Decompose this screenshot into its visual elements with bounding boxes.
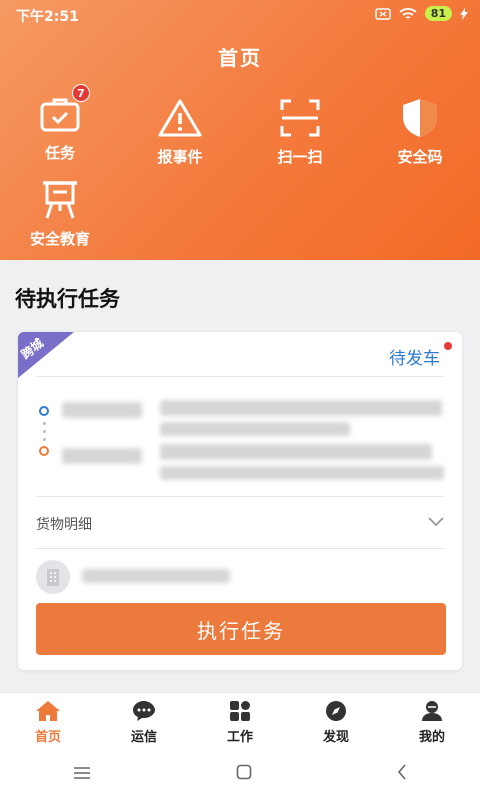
divider xyxy=(36,548,444,549)
education-icon xyxy=(36,178,84,222)
battery-level: 81 xyxy=(424,6,452,21)
section-title: 待执行任务 xyxy=(15,287,120,311)
grid-icon xyxy=(192,699,288,723)
building-icon xyxy=(47,569,59,586)
menu-label-safety-code: 安全码 xyxy=(397,148,443,166)
status-bar: 下午2:51 81 xyxy=(0,0,480,30)
origin-address-redacted xyxy=(160,400,442,416)
menu-item-scan[interactable]: 扫一扫 xyxy=(245,96,355,167)
chevron-down-icon[interactable] xyxy=(428,512,444,531)
status-icons: 81 xyxy=(374,6,468,21)
tab-label-work: 工作 xyxy=(226,730,253,745)
sim-icon xyxy=(374,7,391,20)
tab-work[interactable]: 工作 xyxy=(192,693,288,748)
route-link xyxy=(43,430,46,433)
compass-icon xyxy=(288,699,384,723)
avatar xyxy=(36,560,70,594)
task-badge: 7 xyxy=(72,84,90,102)
cross-city-tag: 跨城 xyxy=(18,332,74,378)
menu-label-education: 安全教育 xyxy=(29,230,90,248)
task-icon: 7 xyxy=(36,84,90,136)
destination-address-redacted xyxy=(160,466,444,480)
menu-item-safety-code[interactable]: 安全码 xyxy=(365,96,475,167)
charging-icon xyxy=(460,7,468,20)
header: 下午2:51 81 首页 7 任务 报事件 扫一扫 安全码 安全教育 xyxy=(0,0,480,260)
cross-city-tag-text: 跨城 xyxy=(18,335,47,362)
wifi-icon xyxy=(399,7,417,19)
menu-item-education[interactable]: 安全教育 xyxy=(5,178,115,249)
status-time: 下午2:51 xyxy=(16,9,79,25)
bottom-tab-bar: 首页 运信 工作 发现 我的 xyxy=(0,692,480,748)
destination-city-redacted xyxy=(62,448,142,464)
tab-home[interactable]: 首页 xyxy=(0,693,96,748)
back-icon[interactable] xyxy=(397,764,407,784)
system-nav-bar xyxy=(0,748,480,800)
tab-discover[interactable]: 发现 xyxy=(288,693,384,748)
tab-label-home: 首页 xyxy=(34,730,61,745)
tab-profile[interactable]: 我的 xyxy=(384,693,480,748)
menu-item-task[interactable]: 7 任务 xyxy=(5,84,115,163)
tab-messages[interactable]: 运信 xyxy=(96,693,192,748)
message-icon xyxy=(96,699,192,723)
home-square-icon[interactable] xyxy=(236,764,252,784)
tab-label-messages: 运信 xyxy=(130,730,157,745)
origin-address-redacted xyxy=(160,422,350,436)
route-link xyxy=(43,438,46,441)
goods-detail-label[interactable]: 货物明细 xyxy=(36,514,92,534)
menu-icon[interactable] xyxy=(73,765,91,784)
origin-dot xyxy=(39,406,49,416)
scan-icon xyxy=(276,96,324,140)
warning-icon xyxy=(156,96,204,140)
menu-item-report[interactable]: 报事件 xyxy=(125,96,235,167)
home-icon xyxy=(0,699,96,723)
execute-task-button[interactable]: 执行任务 xyxy=(36,603,446,655)
menu-label-scan: 扫一扫 xyxy=(277,148,323,166)
tab-label-discover: 发现 xyxy=(322,730,349,745)
task-card[interactable]: 跨城 待发车 货物明细 执行任务 xyxy=(18,332,462,670)
task-status: 待发车 xyxy=(389,349,440,369)
route-link xyxy=(43,422,46,425)
shield-icon xyxy=(396,96,444,140)
divider xyxy=(36,496,444,497)
menu-label-report: 报事件 xyxy=(157,148,203,166)
destination-address-redacted xyxy=(160,444,432,460)
shipper-name-redacted xyxy=(82,569,230,583)
menu-label-task: 任务 xyxy=(44,144,75,162)
divider xyxy=(36,376,444,377)
tab-label-profile: 我的 xyxy=(418,730,445,745)
page-title: 首页 xyxy=(218,46,262,70)
status-dot xyxy=(444,342,452,350)
user-icon xyxy=(384,699,480,723)
origin-city-redacted xyxy=(62,402,142,418)
destination-dot xyxy=(39,446,49,456)
